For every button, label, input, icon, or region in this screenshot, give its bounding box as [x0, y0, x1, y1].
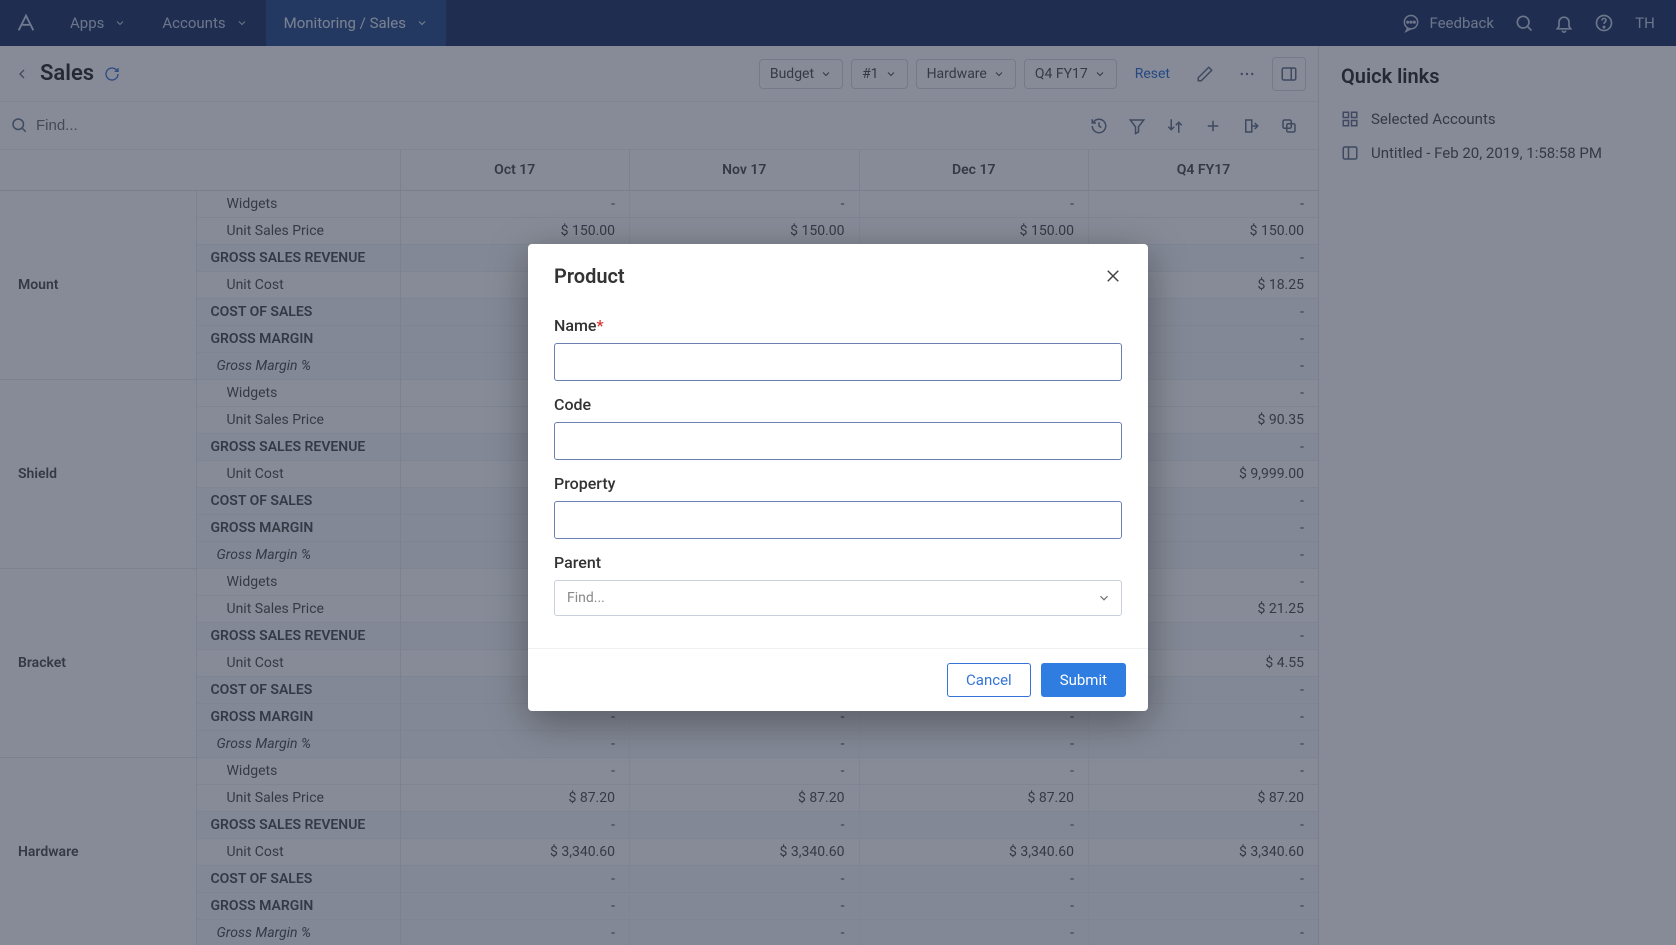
cancel-button[interactable]: Cancel [947, 663, 1031, 697]
modal-backdrop[interactable]: Product Name* Code Property Parent Find. [0, 0, 1676, 945]
submit-button[interactable]: Submit [1041, 663, 1126, 697]
parent-placeholder: Find... [567, 590, 605, 606]
parent-select[interactable]: Find... [554, 580, 1122, 616]
close-icon [1104, 267, 1122, 285]
chevron-down-icon [1097, 591, 1111, 605]
product-modal: Product Name* Code Property Parent Find. [528, 244, 1148, 711]
modal-close-button[interactable] [1104, 267, 1122, 285]
code-label: Code [554, 395, 1122, 414]
name-input[interactable] [554, 343, 1122, 381]
name-label: Name* [554, 316, 1122, 335]
parent-label: Parent [554, 553, 1122, 572]
property-label: Property [554, 474, 1122, 493]
property-input[interactable] [554, 501, 1122, 539]
modal-title: Product [554, 264, 625, 288]
code-input[interactable] [554, 422, 1122, 460]
